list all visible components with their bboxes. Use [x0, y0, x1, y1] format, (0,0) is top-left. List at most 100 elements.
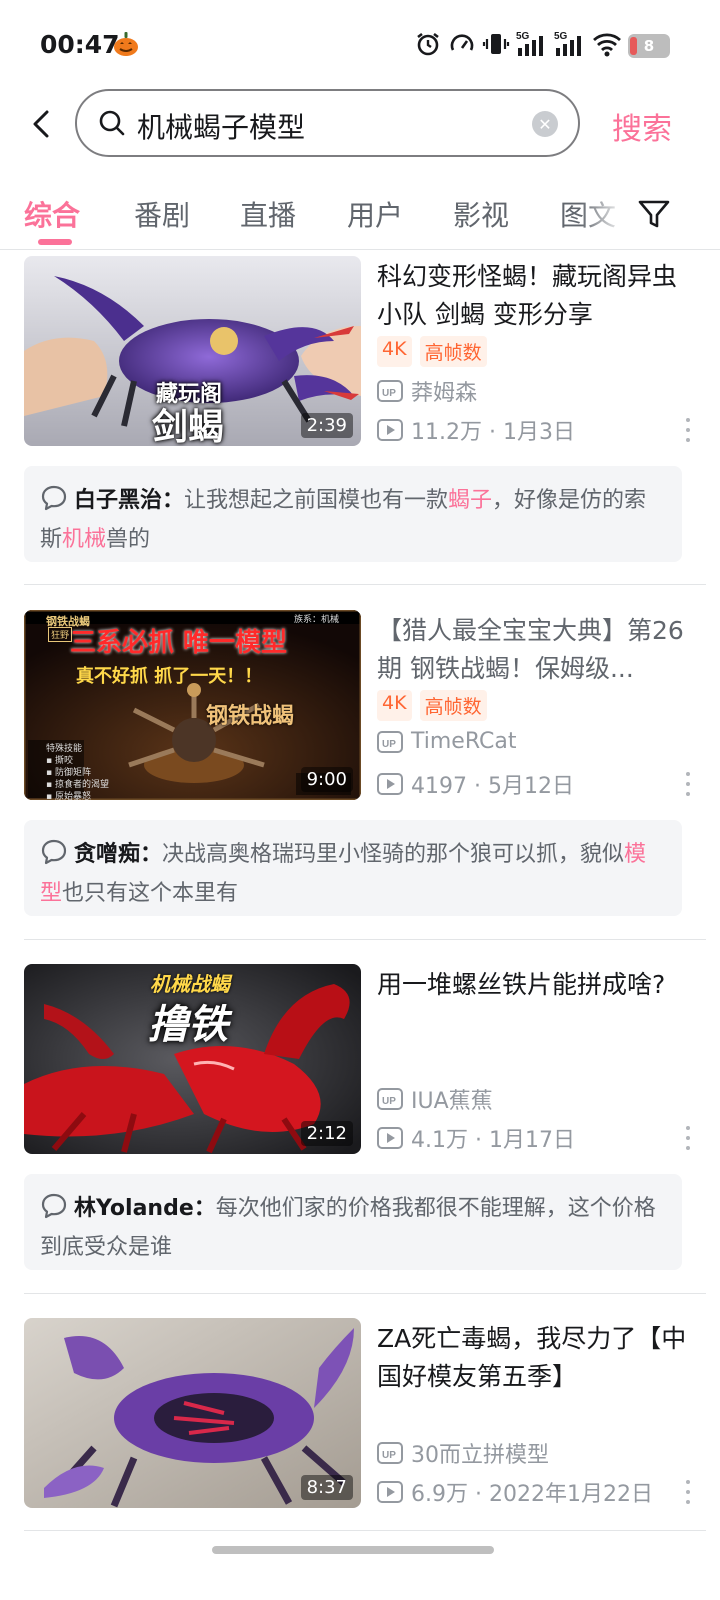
video-stats: 11.2万 · 1月3日 [377, 414, 575, 446]
video-thumbnail[interactable]: 8:37 [24, 1318, 361, 1508]
uploader-name: TimeRCat [411, 729, 517, 754]
video-thumbnail[interactable]: 藏玩阁 剑蝎 2:39 [24, 256, 361, 446]
more-options-icon[interactable] [680, 418, 696, 442]
video-title[interactable]: 【猎人最全宝宝大典】第26期 钢铁战蝎！保姆级... [377, 612, 695, 688]
more-options-icon[interactable] [680, 1126, 696, 1150]
video-duration: 8:37 [300, 1475, 353, 1500]
status-bar: 00:47 5G 5G 8 [0, 0, 720, 92]
svg-text:UP: UP [382, 1096, 396, 1107]
tab-users[interactable]: 用户 [347, 194, 403, 234]
uploader-row[interactable]: UP 莽姆森 [377, 375, 477, 407]
play-count-icon [377, 1127, 403, 1149]
svg-text:5G: 5G [516, 31, 530, 42]
uploader-row[interactable]: UP TimeRCat [377, 729, 517, 754]
top-comment[interactable]: 林Yolande：每次他们家的价格我都很不能理解，这个价格到底受众是谁 [24, 1174, 682, 1270]
thumbnail-headline: 三系必抓 唯一模型 [70, 628, 288, 658]
active-tab-indicator [38, 239, 72, 245]
keyword-highlight: 机械 [62, 527, 107, 552]
thumbnail-tag: 狂野 [48, 627, 73, 642]
speed-icon [448, 30, 476, 62]
wifi-icon [592, 30, 622, 62]
tab-live[interactable]: 直播 [240, 194, 296, 234]
keyword-highlight: 蝎子 [448, 488, 493, 513]
quality-badge: 高帧数 [419, 690, 487, 721]
home-indicator[interactable] [212, 1546, 494, 1554]
tab-all[interactable]: 综合 [24, 194, 80, 234]
svg-text:UP: UP [382, 388, 396, 399]
more-options-icon[interactable] [680, 1480, 696, 1504]
search-header: 机械蝎子模型 ✕ 搜索 [0, 88, 720, 160]
quality-badges: 4K 高帧数 [377, 690, 487, 721]
thumbnail-caption-line2: 撸铁 [148, 1002, 228, 1048]
divider [24, 584, 706, 585]
video-stats: 4197 · 5月12日 [377, 768, 574, 800]
video-result[interactable]: 8:37 ZA死亡毒蝎，我尽力了【中国好模友第五季】 UP 30而立拼模型 6.… [24, 1318, 696, 1518]
video-stats: 4.1万 · 1月17日 [377, 1122, 575, 1154]
views-and-date: 11.2万 · 1月3日 [411, 420, 575, 445]
video-result[interactable]: 机械战蝎 撸铁 2:12 用一堆螺丝铁片能拼成啥? UP IUA蕉蕉 4.1万 … [24, 964, 696, 1287]
thumbnail-skill-list: 特殊技能 ▪ 撕咬 ▪ 防御矩阵 ▪ 掠食者的渴望 ▪ 原始暴怒 [46, 744, 109, 800]
quality-badge: 高帧数 [419, 336, 487, 367]
svg-text:UP: UP [382, 739, 396, 750]
status-icons: 5G 5G 8 [414, 30, 670, 62]
signal-icon-1: 5G [516, 30, 548, 62]
video-stats: 6.9万 · 2022年1月22日 [377, 1476, 653, 1508]
alarm-icon [414, 30, 442, 62]
divider [24, 1293, 706, 1294]
thumbnail-caption: 钢铁战蝎 [206, 704, 295, 729]
video-duration: 2:39 [300, 413, 353, 438]
uploader-name: 30而立拼模型 [411, 1443, 549, 1468]
search-input[interactable]: 机械蝎子模型 ✕ [75, 89, 580, 157]
video-title[interactable]: ZA死亡毒蝎，我尽力了【中国好模友第五季】 [377, 1320, 695, 1396]
pumpkin-icon [113, 31, 139, 61]
category-tabs: 综合 番剧 直播 用户 影视 图文 [0, 180, 720, 250]
tab-bangumi[interactable]: 番剧 [134, 194, 190, 234]
tab-film-tv[interactable]: 影视 [453, 194, 509, 234]
divider [24, 1530, 706, 1531]
search-icon [97, 108, 127, 142]
up-icon: UP [377, 1088, 403, 1110]
up-icon: UP [377, 380, 403, 402]
uploader-name: IUA蕉蕉 [411, 1089, 493, 1114]
battery-indicator: 8 [628, 34, 670, 58]
comment-author: 贪噌痴： [74, 842, 163, 867]
video-thumbnail[interactable]: 钢铁战蝎 狂野 族系：机械 三系必抓 唯一模型 真不好抓 抓了一天！！ 钢铁战蝎… [24, 610, 361, 800]
chevron-left-icon [33, 110, 49, 138]
filter-icon[interactable] [636, 196, 672, 236]
video-duration: 2:12 [300, 1121, 353, 1146]
divider [24, 939, 706, 940]
video-title[interactable]: 用一堆螺丝铁片能拼成啥? [377, 966, 695, 1004]
video-thumbnail[interactable]: 机械战蝎 撸铁 2:12 [24, 964, 361, 1154]
up-icon: UP [377, 730, 403, 753]
views-and-date: 4.1万 · 1月17日 [411, 1128, 575, 1153]
svg-text:5G: 5G [554, 31, 568, 42]
video-title[interactable]: 科幻变形怪蝎！藏玩阁异虫小队 剑蝎 变形分享 [377, 258, 695, 334]
comment-author: 林Yolande： [74, 1196, 216, 1221]
search-query: 机械蝎子模型 [137, 111, 306, 144]
views-and-date: 6.9万 · 2022年1月22日 [411, 1482, 653, 1507]
clear-icon[interactable]: ✕ [532, 111, 558, 137]
battery-level: 8 [643, 37, 655, 55]
uploader-row[interactable]: UP IUA蕉蕉 [377, 1083, 493, 1115]
status-time: 00:47 [40, 30, 120, 59]
back-button[interactable] [22, 104, 62, 144]
video-result[interactable]: 钢铁战蝎 狂野 族系：机械 三系必抓 唯一模型 真不好抓 抓了一天！！ 钢铁战蝎… [24, 610, 696, 933]
video-result[interactable]: 藏玩阁 剑蝎 2:39 科幻变形怪蝎！藏玩阁异虫小队 剑蝎 变形分享 4K 高帧… [24, 256, 696, 579]
signal-icon-2: 5G [554, 30, 586, 62]
quality-badges: 4K 高帧数 [377, 336, 487, 367]
more-options-icon[interactable] [680, 772, 696, 796]
thumbnail-family-label: 族系：机械 [293, 615, 339, 625]
play-count-icon [377, 773, 403, 795]
top-comment[interactable]: 贪噌痴：决战高奥格瑞玛里小怪骑的那个狼可以抓，貌似模型也只有这个本里有 [24, 820, 682, 916]
top-comment[interactable]: 白子黑治：让我想起之前国模也有一款蝎子，好像是仿的索斯机械兽的 [24, 466, 682, 562]
uploader-name: 莽姆森 [411, 381, 478, 406]
thumbnail-subheadline: 真不好抓 抓了一天！！ [76, 666, 263, 687]
play-count-icon [377, 1481, 403, 1503]
search-button[interactable]: 搜索 [612, 104, 672, 148]
vibrate-icon [482, 30, 510, 62]
uploader-row[interactable]: UP 30而立拼模型 [377, 1437, 549, 1469]
quality-badge: 4K [377, 690, 412, 721]
quality-badge: 4K [377, 336, 412, 367]
comment-icon [41, 839, 67, 865]
comment-icon [41, 485, 67, 511]
